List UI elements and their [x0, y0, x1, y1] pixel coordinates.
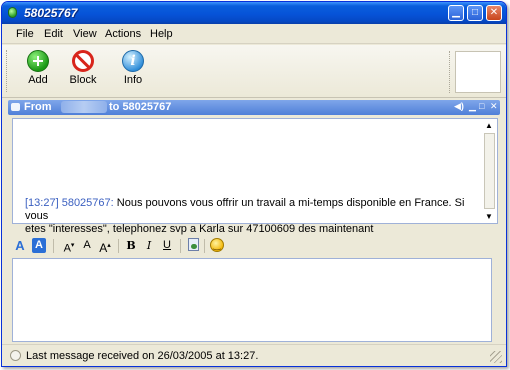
- toolbar: Add Block i Info: [2, 45, 506, 98]
- info-button[interactable]: i Info: [113, 50, 153, 86]
- add-button[interactable]: Add: [18, 50, 58, 86]
- minimize-button[interactable]: ▁: [448, 5, 464, 21]
- font-button[interactable]: A: [14, 238, 26, 253]
- message-history[interactable]: [13:27] 58025767: Nous pouvons vous offr…: [12, 118, 498, 235]
- status-icon: [10, 350, 21, 361]
- window-title: 58025767: [24, 6, 78, 20]
- stamp-icon: [187, 238, 199, 251]
- grow-font-button[interactable]: A▴: [97, 238, 113, 255]
- maximize-button[interactable]: □: [467, 5, 483, 21]
- menu-bar: File Edit View Actions Help: [2, 24, 506, 44]
- panel-maximize-icon[interactable]: □: [479, 101, 484, 111]
- block-icon: [72, 50, 94, 72]
- add-contact-icon: [27, 50, 49, 72]
- emoticon-button[interactable]: ‿: [209, 238, 225, 253]
- format-separator: [180, 239, 181, 253]
- contact-avatar[interactable]: [455, 51, 501, 93]
- conversation-header: From to 58025767 ◀) ▁ □ ✕: [8, 100, 500, 115]
- menu-file[interactable]: File: [16, 28, 34, 40]
- sound-icon[interactable]: ◀): [454, 101, 464, 112]
- status-bar: Last message received on 26/03/2005 at 1…: [2, 344, 506, 366]
- block-label: Block: [69, 74, 97, 86]
- format-separator: [118, 239, 119, 253]
- menu-help[interactable]: Help: [150, 28, 173, 40]
- resize-grip-icon[interactable]: [490, 351, 502, 363]
- redacted-sender: [61, 101, 107, 113]
- app-status-icon: [8, 7, 17, 18]
- header-to-label: to 58025767: [109, 101, 172, 113]
- message-compose-input[interactable]: [12, 258, 492, 342]
- message-sender: 58025767:: [61, 197, 114, 209]
- scroll-down-icon[interactable]: ▼: [485, 212, 493, 221]
- info-icon: i: [122, 50, 144, 72]
- toolbar-grip[interactable]: [6, 50, 9, 92]
- format-toolbar: A A A▾ A A▴ B I U ‿: [8, 235, 500, 257]
- status-text: Last message received on 26/03/2005 at 1…: [26, 350, 259, 362]
- scroll-up-icon[interactable]: ▲: [485, 121, 493, 130]
- font-color-button[interactable]: A: [32, 238, 46, 253]
- chat-window: 58025767 ▁ □ ✕ File Edit View Actions He…: [1, 1, 507, 367]
- title-bar[interactable]: 58025767 ▁ □ ✕: [2, 2, 506, 24]
- menu-view[interactable]: View: [73, 28, 97, 40]
- menu-actions[interactable]: Actions: [105, 28, 141, 40]
- close-button[interactable]: ✕: [486, 5, 502, 21]
- menu-edit[interactable]: Edit: [44, 28, 63, 40]
- underline-button[interactable]: U: [161, 238, 173, 253]
- italic-button[interactable]: I: [143, 238, 155, 253]
- message-timestamp: [13:27]: [25, 197, 59, 209]
- conversation-icon: [11, 103, 20, 111]
- panel-close-icon[interactable]: ✕: [490, 101, 498, 112]
- shrink-font-label: A: [63, 242, 71, 255]
- shrink-font-button[interactable]: A▾: [61, 238, 77, 255]
- normal-font-button[interactable]: A: [82, 238, 92, 253]
- scroll-thumb[interactable]: [484, 133, 495, 209]
- message-entry: [13:27] 58025767: Nous pouvons vous offr…: [25, 197, 479, 236]
- info-label: Info: [123, 74, 143, 86]
- add-label: Add: [28, 74, 48, 86]
- block-button[interactable]: Block: [63, 50, 103, 86]
- panel-minimize-icon[interactable]: ▁: [469, 101, 476, 112]
- format-separator: [204, 239, 205, 253]
- smiley-icon: ‿: [210, 238, 224, 252]
- stamp-button[interactable]: [186, 238, 200, 253]
- header-from-label: From: [24, 101, 52, 113]
- history-scrollbar[interactable]: ▲ ▼: [483, 120, 496, 222]
- format-separator: [53, 239, 54, 253]
- bold-button[interactable]: B: [125, 238, 137, 253]
- toolbar-divider: [449, 51, 450, 93]
- message-text-line2: etes "interesses", telephonez svp a Karl…: [25, 223, 374, 235]
